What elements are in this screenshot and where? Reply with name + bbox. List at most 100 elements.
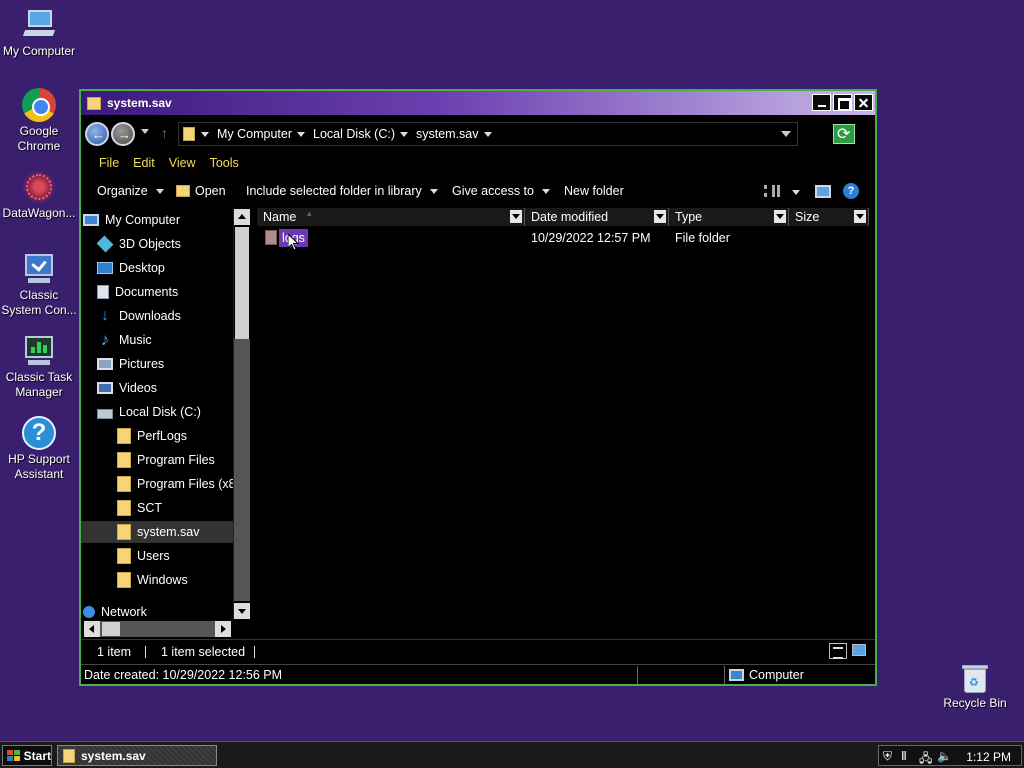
scroll-track[interactable] [234,339,250,601]
large-icons-view-icon[interactable] [852,644,866,656]
preview-pane-icon[interactable] [815,185,831,198]
views-dropdown[interactable] [792,190,800,195]
help-icon[interactable]: ? [843,183,859,199]
input-method-icon[interactable]: Ⅱ [901,749,907,763]
recent-locations-dropdown[interactable] [141,129,149,134]
location-zone: Computer [749,668,804,682]
chevron-down-icon[interactable] [483,131,492,137]
datawagon-icon [22,170,56,204]
nav-network[interactable]: Network [83,601,233,619]
column-header-type[interactable]: Type [669,208,789,226]
give-access-button[interactable]: Give access to [452,184,550,198]
hp-support-icon: ? [22,416,56,450]
computer-icon [83,214,99,226]
change-view-icon[interactable] [764,185,780,197]
address-bar[interactable]: My Computer Local Disk (C:) system.sav [178,122,798,146]
taskbar-item-system-sav[interactable]: system.sav [57,745,217,766]
nav-videos[interactable]: Videos [97,377,233,399]
chevron-down-icon[interactable] [400,131,408,137]
nav-program-files-x86[interactable]: Program Files (x86) [117,473,233,495]
column-header-size[interactable]: Size [789,208,869,226]
nav-system-sav[interactable]: system.sav [81,521,233,543]
scroll-left-button[interactable] [84,621,100,637]
scroll-down-button[interactable] [234,603,250,619]
column-filter-dropdown[interactable] [654,210,666,223]
start-button[interactable]: Start [2,745,52,766]
up-button[interactable]: ↑ [161,125,168,141]
chevron-down-icon[interactable] [297,131,306,137]
title-bar[interactable]: system.sav [81,91,875,115]
column-filter-dropdown[interactable] [510,210,522,223]
include-in-library-button[interactable]: Include selected folder in library [246,184,438,198]
chevron-down-icon [155,188,164,194]
desktop-icon-datawagon[interactable]: DataWagon... [0,170,78,221]
desktop-icon-chrome[interactable]: Google Chrome [0,88,78,154]
nav-local-disk[interactable]: Local Disk (C:) [97,401,233,423]
desktop-icon-recycle-bin[interactable]: ♻ Recycle Bin [936,664,1014,711]
breadcrumb-system-sav[interactable]: system.sav [416,127,492,141]
nav-vertical-scrollbar[interactable] [233,209,250,619]
address-root-dropdown[interactable] [201,131,209,137]
menu-view[interactable]: View [169,156,196,170]
scroll-right-button[interactable] [215,621,231,637]
security-shield-icon[interactable]: ⛨ [883,749,892,764]
nav-perflogs[interactable]: PerfLogs [117,425,233,447]
scroll-up-button[interactable] [234,209,250,225]
column-filter-dropdown[interactable] [854,210,866,223]
menu-tools[interactable]: Tools [210,156,239,170]
nav-desktop[interactable]: Desktop [97,257,233,279]
breadcrumb-local-disk[interactable]: Local Disk (C:) [313,127,408,141]
breadcrumb-my-computer[interactable]: My Computer [217,127,306,141]
folder-icon [117,476,131,492]
nav-my-computer[interactable]: My Computer [83,209,233,231]
nav-users[interactable]: Users [117,545,233,567]
open-button[interactable]: Open [176,184,226,198]
classic-system-config-icon [22,252,56,286]
nav-documents[interactable]: Documents [97,281,233,303]
back-button[interactable]: ← [85,122,109,146]
file-row[interactable]: logs 10/29/2022 12:57 PM File folder [253,228,875,248]
scroll-corner [231,621,249,637]
maximize-button[interactable] [833,94,852,111]
nav-music[interactable]: ♪ Music [97,329,233,351]
nav-pictures[interactable]: Pictures [97,353,233,375]
sort-ascending-icon: ▴ [307,208,312,218]
column-header-name[interactable]: Name ▴ [257,208,525,226]
menu-edit[interactable]: Edit [133,156,155,170]
clock[interactable]: 1:12 PM [966,750,1011,764]
nav-windows[interactable]: Windows [117,569,233,591]
new-folder-button[interactable]: New folder [564,184,624,198]
column-filter-dropdown[interactable] [774,210,786,223]
details-view-icon[interactable] [829,643,847,659]
file-list[interactable]: Name ▴ Date modified Type Size logs 10/29… [253,207,875,637]
column-header-date-modified[interactable]: Date modified [525,208,669,226]
videos-icon [97,382,113,394]
divider [254,646,255,658]
nav-program-files[interactable]: Program Files [117,449,233,471]
desktop-icon-hp-support[interactable]: ? HP Support Assistant [0,416,78,482]
navigation-pane[interactable]: My Computer 3D Objects Desktop Documents… [81,207,233,619]
desktop-icon-classic-system-config[interactable]: Classic System Con... [0,252,78,318]
desktop-icon-task-manager[interactable]: Classic Task Manager [0,334,78,400]
address-row: ← → ↑ My Computer Local Disk (C:) system… [81,118,875,150]
nav-downloads[interactable]: ↓ Downloads [97,305,233,327]
minimize-button[interactable] [812,94,831,111]
menu-file[interactable]: File [99,156,119,170]
nav-3d-objects[interactable]: 3D Objects [96,233,233,255]
explorer-window[interactable]: system.sav ← → ↑ My Computer Local Disk … [79,89,877,686]
close-button[interactable] [854,94,873,111]
nav-horizontal-scrollbar[interactable] [84,621,231,637]
nav-sct[interactable]: SCT [117,497,233,519]
item-count: 1 item [97,645,132,659]
organize-button[interactable]: Organize [97,184,164,198]
address-history-dropdown[interactable] [781,131,791,137]
desktop-icon-my-computer[interactable]: My Computer [0,8,78,59]
forward-button[interactable]: → [111,122,135,146]
scroll-thumb[interactable] [102,622,120,636]
divider [637,666,638,684]
volume-icon[interactable]: 🔈 [937,749,952,763]
taskbar: Start system.sav ⛨ Ⅱ 🖧 🔈 1:12 PM [0,741,1024,768]
scroll-thumb[interactable] [235,227,249,339]
refresh-button[interactable] [833,124,855,144]
network-icon[interactable]: 🖧 [919,749,932,768]
